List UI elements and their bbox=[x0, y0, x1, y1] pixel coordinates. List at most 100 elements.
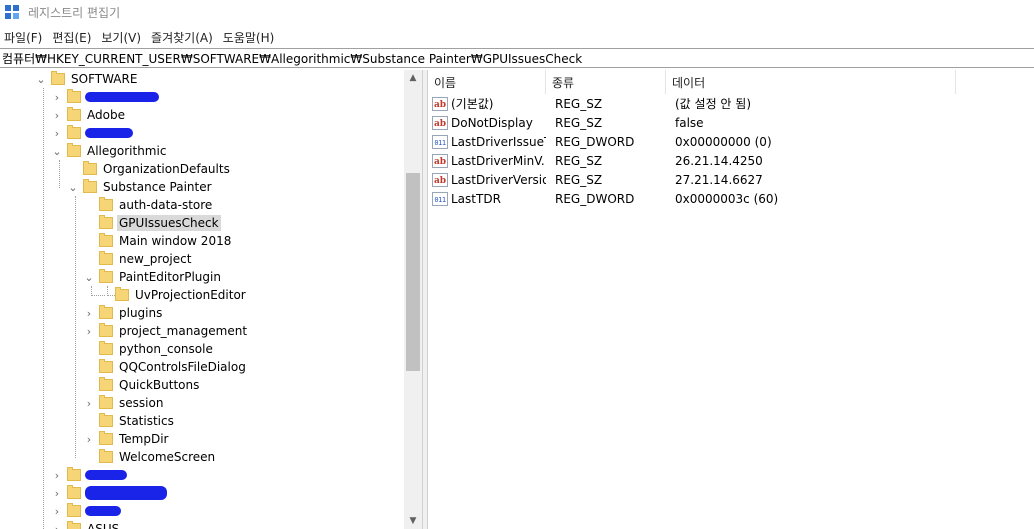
tree-node-paint-editor-plugin[interactable]: ⌄ PaintEditorPlugin bbox=[82, 268, 223, 286]
folder-icon bbox=[115, 287, 129, 301]
folder-icon bbox=[99, 359, 113, 373]
string-value-icon: ab bbox=[432, 115, 448, 130]
folder-icon bbox=[67, 485, 81, 499]
menu-favorites[interactable]: 즐겨찾기(A) bbox=[146, 29, 218, 46]
chevron-right-icon[interactable]: › bbox=[82, 322, 96, 340]
tree-node-new-project[interactable]: new_project bbox=[82, 250, 193, 268]
tree-node-asus[interactable]: › ASUS bbox=[50, 520, 121, 529]
tree-node-python-console[interactable]: python_console bbox=[82, 340, 215, 358]
menu-bar: 파일(F) 편집(E) 보기(V) 즐겨찾기(A) 도움말(H) bbox=[0, 26, 279, 48]
tree-node-quick-buttons[interactable]: QuickButtons bbox=[82, 376, 201, 394]
title-bar: 레지스트리 편집기 bbox=[0, 0, 1034, 24]
values-list: 이름 종류 데이터 ab (기본값) REG_SZ (값 설정 안 됨) ab … bbox=[428, 70, 1034, 529]
folder-icon bbox=[99, 233, 113, 247]
tree-node-qqcontrols-file-dialog[interactable]: QQControlsFileDialog bbox=[82, 358, 248, 376]
tree-node-session[interactable]: › session bbox=[82, 394, 165, 412]
folder-icon bbox=[67, 503, 81, 517]
redaction-scribble bbox=[85, 486, 167, 500]
tree-node-redacted[interactable]: › bbox=[50, 88, 159, 106]
folder-icon bbox=[99, 305, 113, 319]
window-title: 레지스트리 편집기 bbox=[28, 5, 121, 20]
tree-node-adobe[interactable]: › Adobe bbox=[50, 106, 127, 124]
tree-scrollbar[interactable]: ▲ ▼ bbox=[404, 70, 422, 529]
tree-node-redacted[interactable]: › bbox=[50, 124, 133, 142]
menu-file[interactable]: 파일(F) bbox=[0, 29, 47, 46]
column-type[interactable]: 종류 bbox=[546, 70, 666, 94]
tree-node-redacted[interactable]: › bbox=[50, 484, 167, 502]
tree-node-auth-data-store[interactable]: auth-data-store bbox=[82, 196, 214, 214]
list-item[interactable]: ab DoNotDisplay REG_SZ false bbox=[428, 113, 1034, 132]
list-item[interactable]: 011 LastTDR REG_DWORD 0x0000003c (60) bbox=[428, 189, 1034, 208]
tree-node-statistics[interactable]: Statistics bbox=[82, 412, 176, 430]
chevron-right-icon[interactable]: › bbox=[50, 502, 64, 520]
chevron-down-icon[interactable]: ⌄ bbox=[34, 70, 48, 88]
tree-node-main-window-2018[interactable]: Main window 2018 bbox=[82, 232, 233, 250]
tree-node-redacted[interactable]: › bbox=[50, 502, 121, 520]
string-value-icon: ab bbox=[432, 153, 448, 168]
chevron-right-icon[interactable]: › bbox=[50, 484, 64, 502]
redaction-scribble bbox=[85, 470, 127, 480]
chevron-right-icon[interactable]: › bbox=[50, 124, 64, 142]
chevron-down-icon[interactable]: ⌄ bbox=[50, 142, 64, 160]
string-value-icon: ab bbox=[432, 96, 448, 111]
tree-node-organization-defaults[interactable]: OrganizationDefaults bbox=[66, 160, 232, 178]
chevron-down-icon[interactable]: ⌄ bbox=[66, 178, 80, 196]
list-item[interactable]: ab LastDriverVersion REG_SZ 27.21.14.662… bbox=[428, 170, 1034, 189]
folder-icon bbox=[99, 269, 113, 283]
tree-node-plugins[interactable]: › plugins bbox=[82, 304, 164, 322]
chevron-right-icon[interactable]: › bbox=[50, 520, 64, 529]
folder-icon bbox=[99, 197, 113, 211]
folder-icon bbox=[99, 431, 113, 445]
folder-icon bbox=[99, 251, 113, 265]
folder-icon bbox=[67, 125, 81, 139]
tree-node-welcome-screen[interactable]: WelcomeScreen bbox=[82, 448, 217, 466]
folder-icon bbox=[83, 161, 97, 175]
folder-icon bbox=[99, 413, 113, 427]
redaction-scribble bbox=[85, 92, 159, 102]
dword-value-icon: 011 bbox=[432, 134, 448, 149]
list-item[interactable]: ab LastDriverMinV... REG_SZ 26.21.14.425… bbox=[428, 151, 1034, 170]
chevron-right-icon[interactable]: › bbox=[50, 106, 64, 124]
folder-icon bbox=[83, 179, 97, 193]
folder-icon bbox=[67, 107, 81, 121]
registry-editor-icon bbox=[5, 4, 20, 20]
folder-icon bbox=[51, 71, 65, 85]
chevron-right-icon[interactable]: › bbox=[82, 304, 96, 322]
folder-icon bbox=[67, 467, 81, 481]
tree-node-software[interactable]: ⌄ SOFTWARE bbox=[34, 70, 139, 88]
column-data[interactable]: 데이터 bbox=[666, 70, 956, 94]
menu-edit[interactable]: 편집(E) bbox=[47, 29, 96, 46]
scroll-up-icon[interactable]: ▲ bbox=[404, 70, 422, 86]
tree-node-temp-dir[interactable]: › TempDir bbox=[82, 430, 171, 448]
dword-value-icon: 011 bbox=[432, 191, 448, 206]
chevron-right-icon[interactable]: › bbox=[50, 466, 64, 484]
redaction-scribble bbox=[85, 506, 121, 516]
tree-node-substance-painter[interactable]: ⌄ Substance Painter bbox=[66, 178, 214, 196]
chevron-right-icon[interactable]: › bbox=[82, 394, 96, 412]
tree-node-project-management[interactable]: › project_management bbox=[82, 322, 249, 340]
chevron-right-icon[interactable]: › bbox=[82, 430, 96, 448]
list-header: 이름 종류 데이터 bbox=[428, 70, 1034, 94]
folder-icon bbox=[99, 395, 113, 409]
tree-node-uv-projection-editor[interactable]: UvProjectionEditor bbox=[98, 286, 248, 304]
menu-view[interactable]: 보기(V) bbox=[96, 29, 146, 46]
tree-node-allegorithmic[interactable]: ⌄ Allegorithmic bbox=[50, 142, 168, 160]
redaction-scribble bbox=[85, 128, 133, 138]
folder-icon bbox=[67, 143, 81, 157]
list-item[interactable]: 011 LastDriverIssueT... REG_DWORD 0x0000… bbox=[428, 132, 1034, 151]
menu-help[interactable]: 도움말(H) bbox=[218, 29, 280, 46]
column-name[interactable]: 이름 bbox=[428, 70, 546, 94]
tree-node-gpu-issues-check[interactable]: GPUIssuesCheck bbox=[82, 214, 221, 232]
scroll-down-icon[interactable]: ▼ bbox=[404, 513, 422, 529]
address-bar[interactable]: 컴퓨터₩HKEY_CURRENT_USER₩SOFTWARE₩Allegorit… bbox=[0, 48, 1034, 68]
registry-tree: ⌄ SOFTWARE › › Adobe › ⌄ Allegorithmic O… bbox=[0, 70, 422, 529]
folder-icon bbox=[99, 341, 113, 355]
scrollbar-thumb[interactable] bbox=[406, 173, 420, 371]
chevron-right-icon[interactable]: › bbox=[50, 88, 64, 106]
list-item[interactable]: ab (기본값) REG_SZ (값 설정 안 됨) bbox=[428, 94, 1034, 113]
chevron-down-icon[interactable]: ⌄ bbox=[82, 268, 96, 286]
tree-node-redacted[interactable]: › bbox=[50, 466, 127, 484]
folder-icon bbox=[67, 89, 81, 103]
folder-icon bbox=[67, 521, 81, 529]
string-value-icon: ab bbox=[432, 172, 448, 187]
